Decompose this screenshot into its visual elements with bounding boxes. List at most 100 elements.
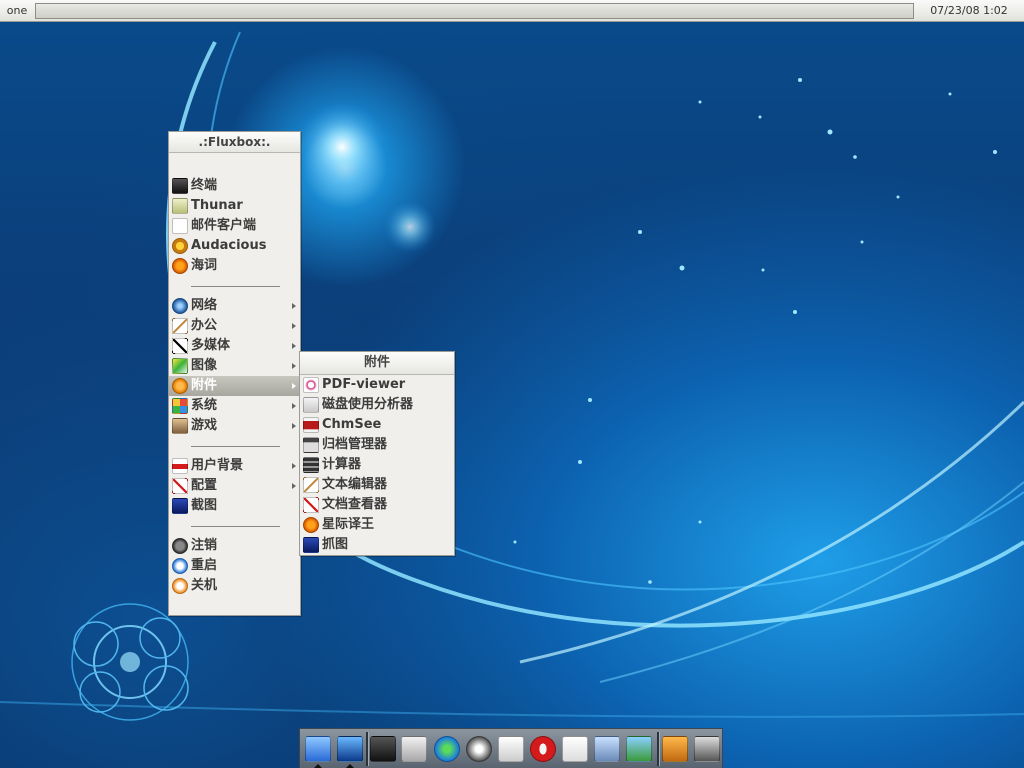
submenu-arrow-icon: [292, 423, 296, 429]
submenu-item[interactable]: 抓图: [300, 535, 454, 555]
desktop-icon[interactable]: [337, 736, 363, 762]
archive-manager-icon: [303, 437, 319, 453]
menu-item-label: PDF-viewer: [322, 377, 406, 392]
menu-item-label: 邮件客户端: [191, 218, 257, 233]
menu-item[interactable]: 多媒体: [169, 336, 300, 356]
submenu-item[interactable]: PDF-viewer: [300, 375, 454, 395]
menu-item-label: 关机: [191, 578, 218, 593]
submenu-arrow-icon: [292, 343, 296, 349]
submenu-item[interactable]: 文档查看器: [300, 495, 454, 515]
file-manager-icon[interactable]: [401, 736, 427, 762]
menu-item[interactable]: 游戏: [169, 416, 300, 436]
submenu-item[interactable]: 计算器: [300, 455, 454, 475]
menu-item-label: 游戏: [191, 418, 218, 433]
menu-item[interactable]: 附件: [169, 376, 300, 396]
screenshot-icon: [172, 498, 188, 514]
submenu-item[interactable]: ChmSee: [300, 415, 454, 435]
dictionary-app-icon[interactable]: [662, 736, 688, 762]
menu-item[interactable]: 终端: [169, 176, 300, 196]
menu-item-label: 文档查看器: [322, 497, 388, 512]
menu-item[interactable]: 系统: [169, 396, 300, 416]
submenu-item[interactable]: 文本编辑器: [300, 475, 454, 495]
screenshot-tool-icon: [303, 537, 319, 553]
menu-item-label: 用户背景: [191, 458, 244, 473]
running-indicator: [314, 764, 322, 768]
submenu-arrow-icon: [292, 403, 296, 409]
menu-item[interactable]: 重启: [169, 556, 300, 576]
menu-item-label: 附件: [191, 378, 218, 393]
mail-app-icon[interactable]: [594, 736, 620, 762]
dock-divider: [366, 732, 369, 766]
submenu-item[interactable]: 磁盘使用分析器: [300, 395, 454, 415]
desktop-wallpaper: [0, 22, 1024, 768]
menu-item[interactable]: 截图: [169, 496, 300, 516]
submenu-arrow-icon: [292, 483, 296, 489]
workspace-name[interactable]: one: [3, 3, 31, 19]
menu-item[interactable]: Thunar: [169, 196, 300, 216]
dictionary-icon: [172, 258, 188, 274]
terminal-icon: [172, 178, 188, 194]
terminal-icon[interactable]: [370, 736, 396, 762]
text-editor-icon: [303, 477, 319, 493]
folder-icon: [172, 198, 188, 214]
shutdown-icon: [172, 578, 188, 594]
menu-item-label: 重启: [191, 558, 218, 573]
menu-item-label: 终端: [191, 178, 218, 193]
mail-icon: [172, 218, 188, 234]
menu-item[interactable]: Audacious: [169, 236, 300, 256]
settings-app-icon[interactable]: [694, 736, 720, 762]
menu-item-label: Audacious: [191, 238, 267, 253]
network-browser-icon[interactable]: [466, 736, 492, 762]
menu-item-label: 图像: [191, 358, 218, 373]
menu-item-label: ChmSee: [322, 417, 382, 432]
config-icon: [172, 478, 188, 494]
menu-item[interactable]: 图像: [169, 356, 300, 376]
multimedia-icon: [172, 338, 188, 354]
menu-item-label: 星际译王: [322, 517, 375, 532]
text-edit-icon[interactable]: [562, 736, 588, 762]
opera-icon[interactable]: [530, 736, 556, 762]
menu-item-label: 系统: [191, 398, 218, 413]
menu-item-label: 截图: [191, 498, 218, 513]
menu-item[interactable]: 关机: [169, 576, 300, 596]
menu-item[interactable]: 海词: [169, 256, 300, 276]
menu-separator: [169, 516, 300, 536]
dock: [299, 728, 723, 768]
graphics-icon: [172, 358, 188, 374]
top-toolbar: one 07/23/08 1:02: [0, 0, 1024, 22]
pdf-viewer-icon: [303, 377, 319, 393]
menu-item[interactable]: 办公: [169, 316, 300, 336]
submenu-arrow-icon: [292, 363, 296, 369]
menu-item-label: 注销: [191, 538, 218, 553]
restart-icon: [172, 558, 188, 574]
menu-item-label: Thunar: [191, 198, 243, 213]
finder-icon[interactable]: [305, 736, 331, 762]
menu-separator: [169, 436, 300, 456]
document-viewer-icon: [303, 497, 319, 513]
menu-item[interactable]: 用户背景: [169, 456, 300, 476]
menu-item[interactable]: 注销: [169, 536, 300, 556]
internet-icon[interactable]: [434, 736, 460, 762]
clock: 07/23/08 1:02: [930, 4, 1008, 17]
menu-item-label: 办公: [191, 318, 218, 333]
menu-item[interactable]: 邮件客户端: [169, 216, 300, 236]
disk-analyzer-icon: [303, 397, 319, 413]
dock-divider: [657, 732, 660, 766]
menu-item-label: 配置: [191, 478, 218, 493]
menu-item-label: 海词: [191, 258, 218, 273]
submenu-item[interactable]: 归档管理器: [300, 435, 454, 455]
news-reader-icon[interactable]: [498, 736, 524, 762]
menu-title: .:Fluxbox:.: [169, 132, 300, 153]
stardict-icon: [303, 517, 319, 533]
menu-item[interactable]: 配置: [169, 476, 300, 496]
running-indicator: [346, 764, 354, 768]
image-viewer-icon[interactable]: [626, 736, 652, 762]
submenu-item[interactable]: 星际译王: [300, 515, 454, 535]
menu-separator: [169, 276, 300, 296]
logout-icon: [172, 538, 188, 554]
taskbar-area[interactable]: [35, 3, 914, 19]
wallpaper-icon: [172, 458, 188, 474]
office-icon: [172, 318, 188, 334]
menu-item[interactable]: 网络: [169, 296, 300, 316]
menu-item-label: 磁盘使用分析器: [322, 397, 414, 412]
